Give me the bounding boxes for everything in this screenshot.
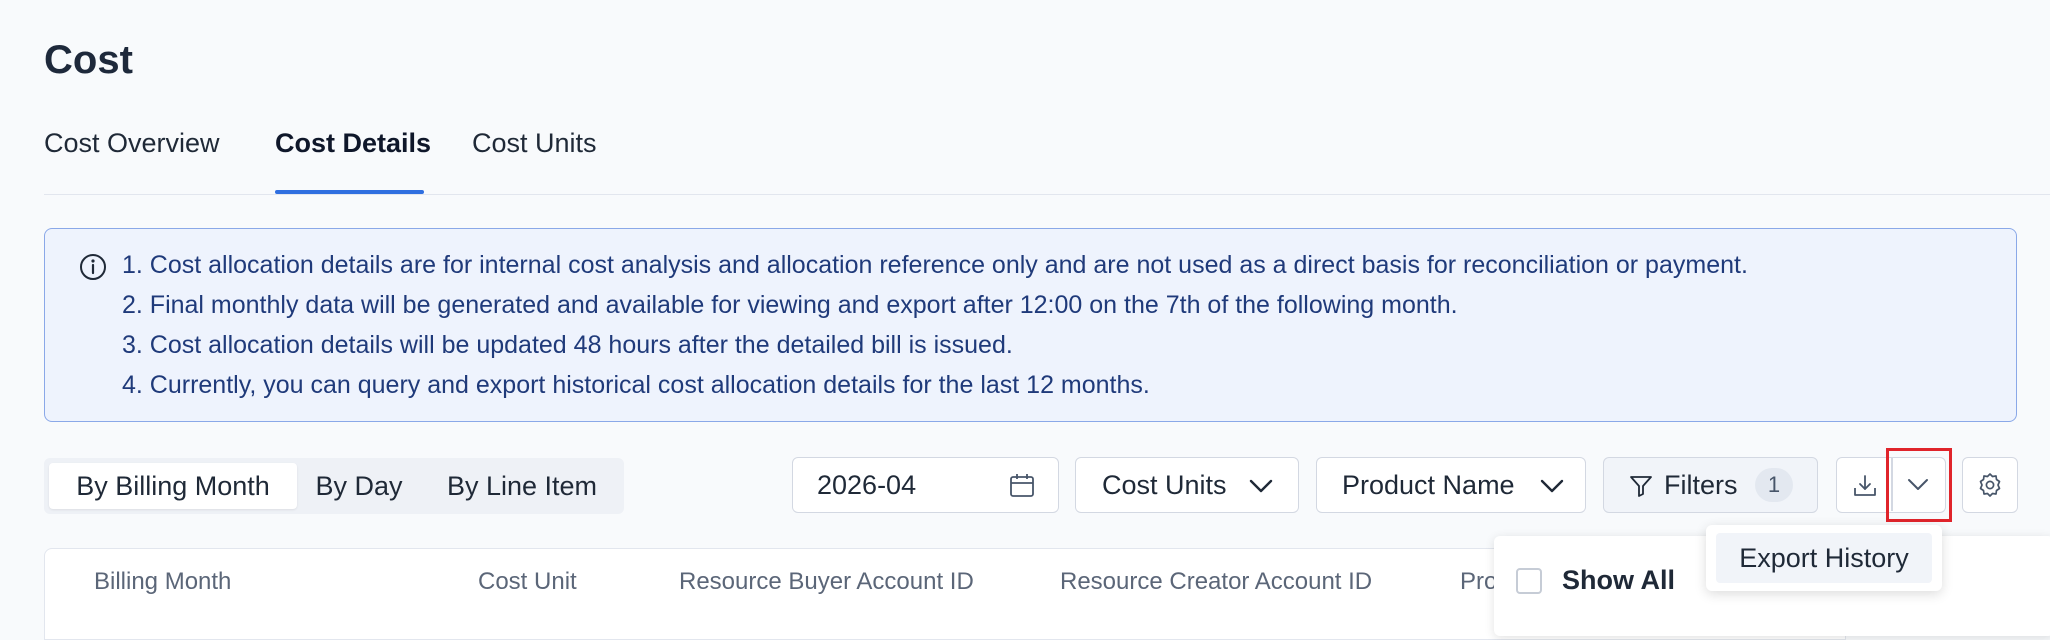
export-history-menu-item[interactable]: Export History bbox=[1716, 533, 1932, 583]
segment-by-line-item[interactable]: By Line Item bbox=[424, 463, 620, 509]
column-header-resource-buyer-account-id[interactable]: Resource Buyer Account ID bbox=[679, 568, 974, 596]
show-all-label[interactable]: Show All bbox=[1562, 565, 1675, 596]
notice-line-3: 3. Cost allocation details will be updat… bbox=[122, 331, 1013, 359]
product-name-select[interactable]: Product Name bbox=[1316, 457, 1586, 513]
chevron-down-icon bbox=[1540, 479, 1564, 493]
calendar-icon bbox=[1010, 474, 1034, 497]
column-header-cost-unit[interactable]: Cost Unit bbox=[478, 568, 577, 596]
tab-cost-details[interactable]: Cost Details bbox=[275, 128, 431, 159]
filters-label: Filters bbox=[1664, 470, 1738, 500]
column-header-billing-month[interactable]: Billing Month bbox=[94, 568, 231, 596]
column-header-product-partial[interactable]: Pro bbox=[1460, 568, 1497, 596]
filters-count-badge: 1 bbox=[1755, 468, 1793, 502]
tab-cost-overview[interactable]: Cost Overview bbox=[44, 128, 220, 159]
cost-units-select-label: Cost Units bbox=[1102, 470, 1227, 500]
notice-line-2: 2. Final monthly data will be generated … bbox=[122, 291, 1458, 319]
page-title: Cost bbox=[44, 38, 133, 82]
segment-by-day[interactable]: By Day bbox=[304, 463, 414, 509]
cost-units-select[interactable]: Cost Units bbox=[1075, 457, 1299, 513]
download-icon bbox=[1854, 475, 1876, 496]
annotation-highlight-box bbox=[1886, 448, 1952, 522]
notice-line-4: 4. Currently, you can query and export h… bbox=[122, 371, 1150, 399]
product-name-select-label: Product Name bbox=[1342, 470, 1515, 500]
filters-button[interactable]: Filters 1 bbox=[1603, 457, 1818, 513]
info-notice: 1. Cost allocation details are for inter… bbox=[44, 228, 2017, 422]
info-icon bbox=[80, 254, 106, 280]
tab-bar: Cost Overview Cost Details Cost Units bbox=[44, 118, 2050, 195]
show-all-checkbox[interactable] bbox=[1516, 568, 1542, 594]
notice-line-1: 1. Cost allocation details are for inter… bbox=[122, 251, 1748, 279]
filter-icon bbox=[1630, 476, 1652, 497]
segment-by-billing-month[interactable]: By Billing Month bbox=[49, 463, 297, 509]
chevron-down-icon bbox=[1249, 479, 1273, 493]
gear-icon bbox=[1979, 473, 2001, 497]
tab-cost-units[interactable]: Cost Units bbox=[472, 128, 597, 159]
export-menu-popup: Export History bbox=[1706, 525, 1942, 591]
active-tab-indicator bbox=[275, 190, 424, 194]
granularity-switch: By Billing Month By Day By Line Item bbox=[44, 458, 624, 514]
column-header-resource-creator-account-id[interactable]: Resource Creator Account ID bbox=[1060, 568, 1372, 596]
month-picker[interactable]: 2026-04 bbox=[792, 457, 1059, 513]
settings-button[interactable] bbox=[1962, 457, 2018, 513]
month-picker-value: 2026-04 bbox=[817, 470, 917, 500]
